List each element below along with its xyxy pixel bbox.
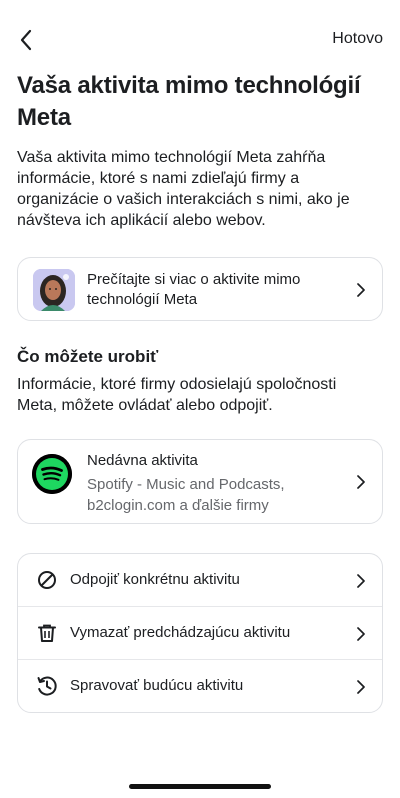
- disconnect-icon: [36, 569, 58, 591]
- chevron-right-icon: [354, 574, 368, 588]
- chevron-right-icon: [354, 680, 368, 694]
- section-title: Čo môžete urobiť: [17, 347, 159, 366]
- action-manage-future-activity[interactable]: Spravovať budúcu aktivitu: [18, 660, 382, 713]
- action-clear-previous-activity[interactable]: Vymazať predchádzajúcu aktivitu: [18, 607, 382, 660]
- done-button[interactable]: Hotovo: [332, 30, 383, 48]
- back-button[interactable]: [14, 28, 38, 52]
- recent-activity-card[interactable]: Nedávna aktivita Spotify - Music and Pod…: [17, 439, 383, 524]
- learn-more-label: Prečítajte si viac o aktivite mimo techn…: [87, 271, 301, 308]
- trash-icon: [36, 622, 58, 644]
- learn-more-card[interactable]: Prečítajte si viac o aktivite mimo techn…: [17, 257, 383, 321]
- page-title: Vaša aktivita mimo technológií Meta: [17, 72, 361, 131]
- recent-activity-title: Nedávna aktivita: [87, 452, 198, 469]
- chevron-right-icon: [354, 283, 368, 297]
- actions-list: Odpojiť konkrétnu aktivitu Vymazať predc…: [17, 553, 383, 713]
- section-description: Informácie, ktoré firmy odosielajú spolo…: [17, 376, 337, 414]
- illustration-avatar-icon: [33, 269, 75, 311]
- future-activity-icon: [36, 675, 58, 697]
- chevron-right-icon: [354, 627, 368, 641]
- page-intro: Vaša aktivita mimo technológií Meta zahŕ…: [17, 149, 350, 229]
- recent-activity-subtitle: Spotify - Music and Podcasts, b2clogin.c…: [87, 476, 285, 514]
- top-bar: Hotovo: [0, 0, 400, 80]
- chevron-right-icon: [354, 475, 368, 489]
- action-disconnect-activity[interactable]: Odpojiť konkrétnu aktivitu: [18, 554, 382, 607]
- action-label: Spravovať budúcu aktivitu: [70, 677, 244, 694]
- action-label: Vymazať predchádzajúcu aktivitu: [70, 624, 291, 641]
- spotify-icon: [32, 454, 72, 494]
- action-label: Odpojiť konkrétnu aktivitu: [70, 571, 240, 588]
- back-arrow-icon: [20, 29, 32, 51]
- home-indicator[interactable]: [129, 784, 271, 789]
